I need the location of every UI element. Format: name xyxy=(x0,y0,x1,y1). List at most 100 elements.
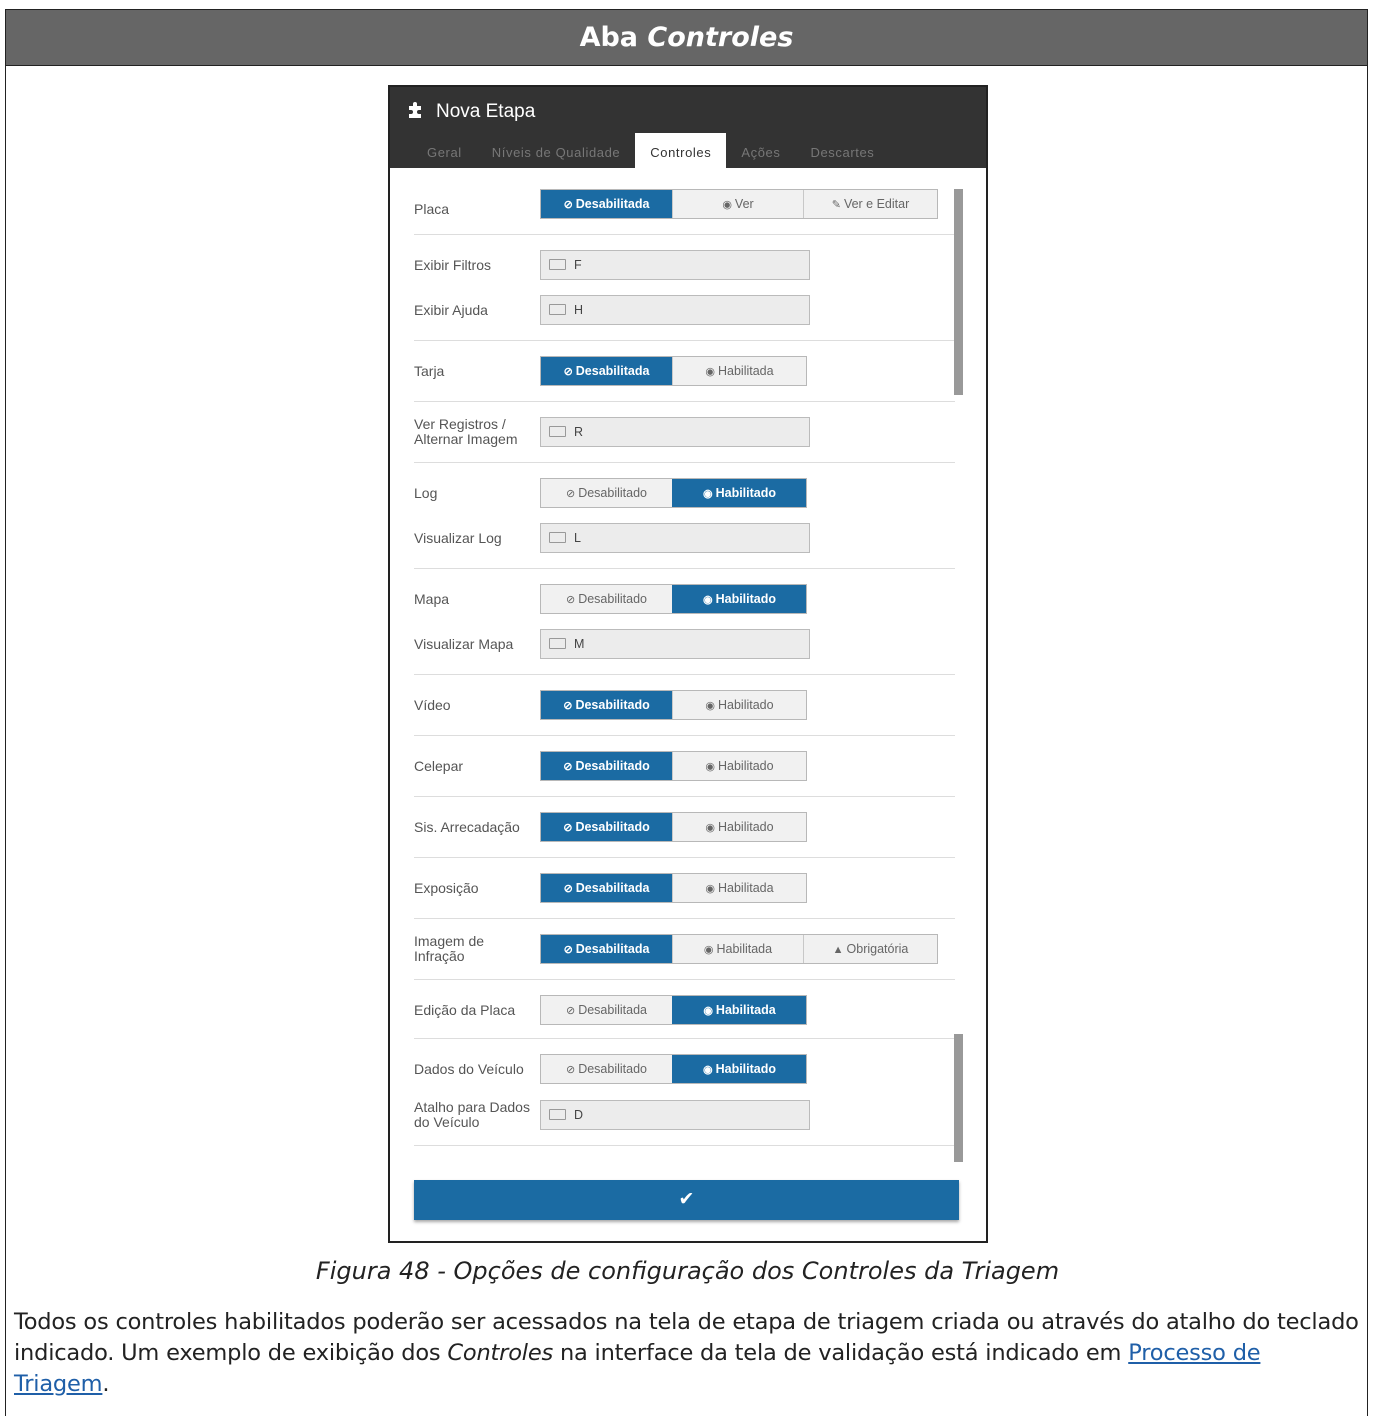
eye-slash-icon: ⊘ xyxy=(563,883,573,895)
tab-geral[interactable]: Geral xyxy=(412,133,477,170)
option-habilitado[interactable]: ◉ Habilitado xyxy=(672,1055,806,1083)
tarja-toggle: ⊘ Desabilitada ◉ Habilitada xyxy=(540,356,807,386)
option-desabilitado[interactable]: ⊘ Desabilitado xyxy=(541,752,672,780)
eye-icon: ◉ xyxy=(705,700,715,712)
eye-slash-icon: ⊘ xyxy=(563,700,573,712)
option-desabilitada[interactable]: ⊘ Desabilitada xyxy=(541,874,672,902)
mapa-toggle: ⊘ Desabilitado ◉ Habilitado xyxy=(540,584,807,614)
figure-caption: Figura 48 - Opções de configuração dos C… xyxy=(315,1257,1060,1285)
shortcut-field-dados[interactable]: D xyxy=(540,1100,810,1130)
shortcut-field-mapa[interactable]: M xyxy=(540,629,810,659)
option-desabilitada[interactable]: ⊘ Desabilitada xyxy=(541,935,672,963)
eye-slash-icon: ⊘ xyxy=(563,366,573,378)
option-habilitado[interactable]: ◉ Habilitado xyxy=(672,752,806,780)
confirm-button[interactable]: ✔ xyxy=(414,1180,959,1220)
log-toggle: ⊘ Desabilitado ◉ Habilitado xyxy=(540,478,807,508)
keyboard-icon xyxy=(549,1109,566,1121)
controles-emphasis: Controles xyxy=(447,1340,553,1366)
option-desabilitada[interactable]: ⊘ Desabilitada xyxy=(541,190,672,218)
placa-toggle: ⊘ Desabilitada ◉ Ver ✎ Ver e Editar xyxy=(540,189,938,219)
header-title: Controles xyxy=(647,22,794,53)
tab-niveis-qualidade[interactable]: Níveis de Qualidade xyxy=(477,133,635,170)
divider xyxy=(414,234,955,235)
tab-controles[interactable]: Controles xyxy=(635,133,727,170)
divider xyxy=(414,918,955,919)
control-label: Exibir Ajuda xyxy=(414,302,488,318)
control-label: Visualizar Mapa xyxy=(414,636,514,652)
option-desabilitado[interactable]: ⊘ Desabilitado xyxy=(541,691,672,719)
shortcut-field-log[interactable]: L xyxy=(540,523,810,553)
divider xyxy=(414,796,955,797)
eye-slash-icon: ⊘ xyxy=(565,1005,576,1017)
option-habilitada[interactable]: ◉ Habilitada xyxy=(672,874,806,902)
shortcut-field-registros[interactable]: R xyxy=(540,417,810,447)
divider xyxy=(414,568,955,569)
control-label: Dados do Veículo xyxy=(414,1061,524,1077)
option-habilitado[interactable]: ◉ Habilitado xyxy=(672,585,806,613)
option-desabilitado[interactable]: ⊘ Desabilitado xyxy=(541,1055,672,1083)
scrollbar-thumb-bottom[interactable] xyxy=(954,1034,963,1162)
tab-acoes[interactable]: Ações xyxy=(726,133,795,170)
control-label: Edição da Placa xyxy=(414,1002,516,1018)
control-label: Ver Registros / Alternar Imagem xyxy=(414,416,518,447)
warning-icon: ▲ xyxy=(832,944,844,956)
shortcut-field-filtros[interactable]: F xyxy=(540,250,810,280)
option-ver[interactable]: ◉ Ver xyxy=(672,190,803,218)
puzzle-icon xyxy=(406,99,426,125)
dialog-title-text: Nova Etapa xyxy=(436,101,536,122)
keyboard-icon xyxy=(549,259,566,271)
eye-slash-icon: ⊘ xyxy=(565,594,576,606)
control-label: Tarja xyxy=(414,363,445,379)
sis-arrecadacao-toggle: ⊘ Desabilitado ◉ Habilitado xyxy=(540,812,807,842)
scrollbar-thumb-top[interactable] xyxy=(954,189,963,395)
option-habilitado[interactable]: ◉ Habilitado xyxy=(672,691,806,719)
divider xyxy=(414,1145,955,1146)
eye-slash-icon: ⊘ xyxy=(565,488,576,500)
dialog-header: Nova Etapa Geral Níveis de Qualidade Con… xyxy=(388,85,988,170)
option-ver-e-editar[interactable]: ✎ Ver e Editar xyxy=(803,190,937,218)
control-label: Placa xyxy=(414,201,450,217)
option-desabilitada[interactable]: ⊘ Desabilitada xyxy=(541,357,672,385)
option-desabilitada[interactable]: ⊘ Desabilitada xyxy=(541,996,672,1024)
divider xyxy=(414,1038,955,1039)
option-habilitada[interactable]: ◉ Habilitada xyxy=(672,357,806,385)
eye-slash-icon: ⊘ xyxy=(565,1064,576,1076)
divider xyxy=(414,979,955,980)
option-habilitada[interactable]: ◉ Habilitada xyxy=(672,996,806,1024)
option-desabilitado[interactable]: ⊘ Desabilitado xyxy=(541,813,672,841)
video-toggle: ⊘ Desabilitado ◉ Habilitado xyxy=(540,690,807,720)
control-label: Exibir Filtros xyxy=(414,257,492,273)
eye-icon: ◉ xyxy=(705,366,715,378)
eye-icon: ◉ xyxy=(705,883,715,895)
eye-icon: ◉ xyxy=(702,1064,713,1076)
divider xyxy=(414,674,955,675)
shortcut-field-ajuda[interactable]: H xyxy=(540,295,810,325)
eye-slash-icon: ⊘ xyxy=(563,944,573,956)
eye-icon: ◉ xyxy=(703,944,714,956)
eye-icon: ◉ xyxy=(705,822,715,834)
imagem-infracao-toggle: ⊘ Desabilitada ◉ Habilitada ▲ Obrigatória xyxy=(540,934,938,964)
nova-etapa-dialog: Nova Etapa Geral Níveis de Qualidade Con… xyxy=(388,85,988,1243)
option-habilitado[interactable]: ◉ Habilitado xyxy=(672,813,806,841)
keyboard-icon xyxy=(549,426,566,438)
edicao-placa-toggle: ⊘ Desabilitada ◉ Habilitada xyxy=(540,995,807,1025)
option-habilitado[interactable]: ◉ Habilitado xyxy=(672,479,806,507)
eye-slash-icon: ⊘ xyxy=(563,822,573,834)
option-desabilitado[interactable]: ⊘ Desabilitado xyxy=(541,585,672,613)
divider xyxy=(414,462,955,463)
body-paragraph: Todos os controles habilitados poderão s… xyxy=(14,1309,1359,1397)
control-label: Sis. Arrecadação xyxy=(414,819,520,835)
eye-slash-icon: ⊘ xyxy=(563,199,573,211)
header-prefix: Aba xyxy=(579,22,639,53)
option-desabilitado[interactable]: ⊘ Desabilitado xyxy=(541,479,672,507)
eye-slash-icon: ⊘ xyxy=(563,761,573,773)
dialog-title: Nova Etapa xyxy=(406,99,535,125)
control-label: Celepar xyxy=(414,758,464,774)
option-habilitada[interactable]: ◉ Habilitada xyxy=(672,935,803,963)
keyboard-icon xyxy=(549,638,566,650)
option-obrigatoria[interactable]: ▲ Obrigatória xyxy=(803,935,937,963)
tab-descartes[interactable]: Descartes xyxy=(795,133,889,170)
pencil-icon: ✎ xyxy=(831,199,841,211)
control-label: Imagem de Infração xyxy=(414,933,485,964)
divider xyxy=(414,735,955,736)
